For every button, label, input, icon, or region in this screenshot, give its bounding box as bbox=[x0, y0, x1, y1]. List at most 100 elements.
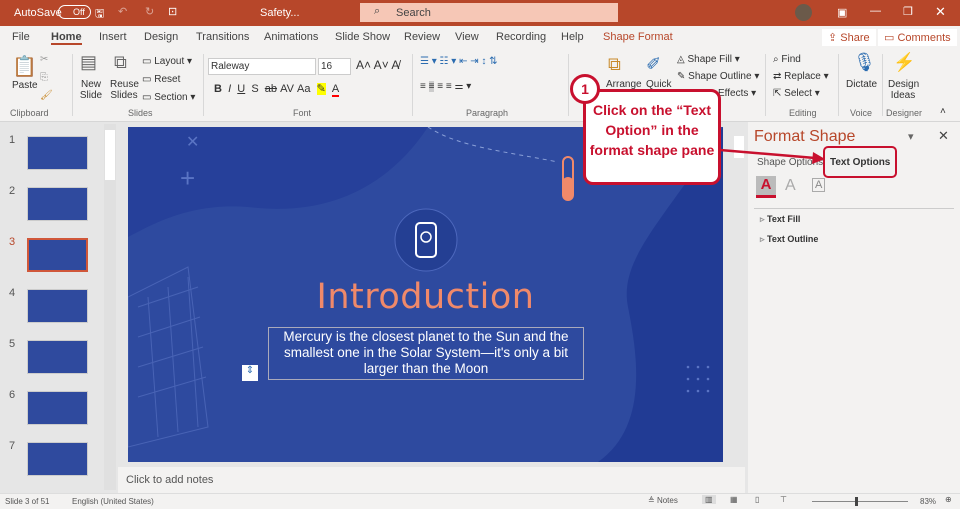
slide-thumbnail[interactable] bbox=[27, 340, 88, 374]
layout-label: Layout bbox=[154, 56, 185, 67]
thumbnail-number: 3 bbox=[9, 236, 16, 248]
slide-body-text[interactable]: Mercury is the closest planet to the Sun… bbox=[273, 329, 579, 377]
layout-options-icon[interactable]: ⇕ bbox=[242, 365, 258, 381]
reset-button[interactable]: ▭ Reset bbox=[142, 74, 180, 85]
slide-thumbnail[interactable] bbox=[27, 442, 88, 476]
redo-icon[interactable]: ↻ bbox=[145, 5, 154, 18]
replace-button[interactable]: ⇄ Replace ▾ bbox=[773, 71, 829, 82]
reuse-slides-icon[interactable]: ⧉ bbox=[114, 52, 127, 73]
slide-thumbnail[interactable] bbox=[27, 238, 88, 272]
paste-icon[interactable]: 📋 bbox=[12, 54, 37, 79]
quick-styles-icon[interactable]: ✐ bbox=[646, 54, 661, 75]
thumbnail-number: 5 bbox=[9, 338, 16, 350]
tab-animations[interactable]: Animations bbox=[264, 31, 318, 43]
save-icon[interactable]: 🖫 bbox=[95, 5, 104, 24]
reuse-slides-button[interactable]: Reuse Slides bbox=[110, 79, 139, 101]
normal-view-icon[interactable]: ▥ bbox=[702, 495, 716, 504]
share-button[interactable]: ⇪ Share bbox=[822, 29, 876, 46]
new-slide-button[interactable]: New Slide bbox=[78, 79, 104, 101]
slide-sorter-icon[interactable]: ▦ bbox=[730, 495, 738, 504]
tab-insert[interactable]: Insert bbox=[99, 31, 127, 43]
find-button[interactable]: ⌕ Find bbox=[773, 54, 801, 65]
comments-button[interactable]: ▭ Comments bbox=[878, 29, 957, 46]
font-size-buttons[interactable]: A˄ A˅ A̸ bbox=[356, 58, 399, 72]
align-buttons[interactable]: ≡ ≡ ≡ ≡ ⚌ ▾ bbox=[420, 81, 471, 92]
notes-toggle[interactable]: ≜ Notes bbox=[648, 496, 678, 505]
group-designer: Designer bbox=[886, 108, 923, 118]
tab-transitions[interactable]: Transitions bbox=[196, 31, 249, 43]
textbox-icon[interactable]: A bbox=[812, 178, 826, 192]
zoom-slider[interactable] bbox=[812, 501, 908, 502]
text-outline-section[interactable]: ▹ Text Outline bbox=[760, 234, 818, 245]
slide-thumbnail[interactable] bbox=[27, 289, 88, 323]
slide-thumbnail[interactable] bbox=[27, 391, 88, 425]
ribbon: 📋 Paste ✂ ⎘ 🖌 Clipboard ▤ New Slide ⧉ Re… bbox=[0, 48, 960, 122]
font-format-buttons[interactable]: B I U S ab AV Aa ✎ A bbox=[214, 82, 340, 97]
text-fill-outline-icon[interactable]: A bbox=[756, 176, 776, 198]
new-slide-icon[interactable]: ▤ bbox=[80, 52, 97, 73]
design-ideas-icon[interactable]: ⚡ bbox=[893, 52, 915, 73]
ribbon-display-icon[interactable]: ▣ bbox=[837, 6, 847, 19]
slide-title[interactable]: Introduction bbox=[128, 277, 723, 317]
present-icon[interactable]: ⊡ bbox=[168, 5, 177, 18]
tab-shape-format[interactable]: Shape Format bbox=[603, 31, 673, 43]
zoom-level[interactable]: 83% bbox=[920, 497, 936, 506]
fit-slide-icon[interactable]: ⊕ bbox=[945, 495, 952, 504]
slide-thumbnail[interactable] bbox=[27, 136, 88, 170]
reading-view-icon[interactable]: ▯ bbox=[755, 495, 759, 504]
paste-button[interactable]: Paste bbox=[12, 80, 38, 91]
text-effects-icon[interactable]: A bbox=[785, 177, 796, 195]
list-buttons[interactable]: ☰ ▾ ☷ ▾ ⇤ ⇥ ↕ ⇅ bbox=[420, 56, 498, 67]
pane-options-icon[interactable]: ▾ bbox=[908, 130, 914, 143]
font-size-select[interactable]: 16 bbox=[318, 58, 351, 75]
language-status[interactable]: English (United States) bbox=[72, 497, 154, 506]
select-button[interactable]: ⇱ Select ▾ bbox=[773, 88, 820, 99]
thumbnail-number: 1 bbox=[9, 134, 16, 146]
arrange-icon[interactable]: ⧉ bbox=[608, 54, 621, 75]
tab-home[interactable]: Home bbox=[51, 31, 82, 45]
text-fill-section[interactable]: ▹ Text Fill bbox=[760, 214, 800, 225]
minimize-icon[interactable]: — bbox=[870, 5, 881, 17]
design-ideas-button[interactable]: Design Ideas bbox=[888, 79, 919, 101]
restore-icon[interactable]: ❐ bbox=[903, 5, 913, 18]
shape-effects-button[interactable]: Effects ▾ bbox=[718, 88, 756, 99]
avatar[interactable] bbox=[795, 4, 812, 21]
copy-icon[interactable]: ⎘ bbox=[40, 72, 48, 83]
collapse-ribbon-icon[interactable]: ˄ bbox=[940, 106, 946, 117]
undo-icon[interactable]: ↶ bbox=[118, 5, 127, 18]
zoom-slider-thumb[interactable] bbox=[855, 497, 858, 506]
svg-text:✕: ✕ bbox=[186, 134, 199, 151]
cut-icon[interactable]: ✂ bbox=[40, 54, 48, 65]
close-icon[interactable]: ✕ bbox=[935, 4, 946, 20]
pane-close-icon[interactable]: ✕ bbox=[938, 128, 949, 144]
file-name[interactable]: Safety... bbox=[260, 7, 300, 19]
text-fill-label: Text Fill bbox=[767, 214, 801, 224]
thumbnail-number: 6 bbox=[9, 389, 16, 401]
thumbnail-scrollbar[interactable] bbox=[104, 124, 116, 490]
status-bar: Slide 3 of 51 English (United States) ≜ … bbox=[0, 493, 960, 509]
tab-help[interactable]: Help bbox=[561, 31, 584, 43]
search-box[interactable]: ⌕ Search bbox=[360, 3, 618, 22]
slide-thumbnail[interactable] bbox=[27, 187, 88, 221]
shape-fill-button[interactable]: ◬ Shape Fill ▾ bbox=[677, 54, 740, 65]
font-name-select[interactable]: Raleway bbox=[208, 58, 316, 75]
tab-slide-show[interactable]: Slide Show bbox=[335, 31, 390, 43]
microphone-icon[interactable]: 🎙 bbox=[853, 52, 876, 73]
notes-pane[interactable]: Click to add notes bbox=[118, 467, 745, 493]
tab-design[interactable]: Design bbox=[144, 31, 178, 43]
format-painter-icon[interactable]: 🖌 bbox=[40, 90, 53, 101]
tab-review[interactable]: Review bbox=[404, 31, 440, 43]
slideshow-view-icon[interactable]: ⊤ bbox=[780, 495, 787, 504]
dictate-button[interactable]: Dictate bbox=[846, 79, 877, 90]
tab-recording[interactable]: Recording bbox=[496, 31, 546, 43]
title-bar: AutoSave Off 🖫 ↶ ↻ ⊡ Safety... ⌕ Search … bbox=[0, 0, 960, 26]
layout-button[interactable]: ▭ Layout ▾ bbox=[142, 56, 192, 67]
notes-placeholder[interactable]: Click to add notes bbox=[126, 474, 213, 486]
shape-outline-button[interactable]: ✎ Shape Outline ▾ bbox=[677, 71, 759, 82]
section-button[interactable]: ▭ Section ▾ bbox=[142, 92, 195, 103]
slide-scrollbar[interactable] bbox=[733, 122, 745, 462]
tab-file[interactable]: File bbox=[12, 31, 30, 43]
reset-label: Reset bbox=[154, 74, 181, 85]
autosave-toggle[interactable]: Off bbox=[58, 5, 91, 19]
tab-view[interactable]: View bbox=[455, 31, 479, 43]
